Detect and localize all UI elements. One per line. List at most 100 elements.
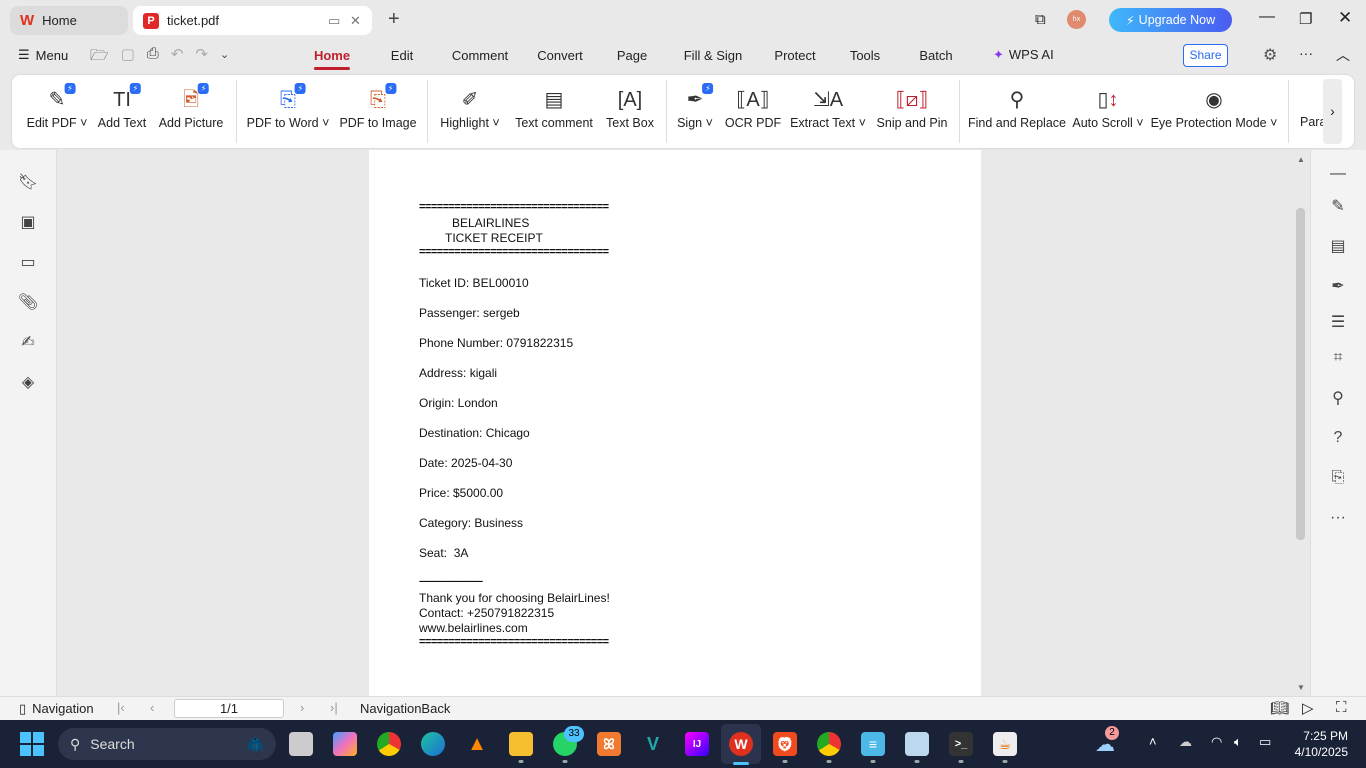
undo-icon[interactable]: ↶ [171, 45, 184, 70]
more-icon[interactable]: ··· [1299, 45, 1313, 61]
menu-button[interactable]: ☰ Menu [18, 47, 68, 63]
attachment-icon[interactable]: 📎︎ [18, 292, 38, 312]
tray-chevron-icon[interactable]: ˄ [1149, 734, 1157, 749]
print-icon[interactable]: ⎙ [147, 45, 159, 70]
next-page-icon[interactable]: › [300, 700, 304, 715]
first-page-icon[interactable]: |‹ [117, 700, 125, 715]
battery-icon[interactable]: ▭ [1259, 734, 1271, 750]
settings-icon[interactable]: ⚙ [1263, 45, 1277, 65]
pdf-to-word-button[interactable]: ⎘ ⚡ PDF to Word ˅ [247, 83, 329, 130]
page-number-input[interactable]: 1/1 [174, 699, 284, 718]
close-tab-icon[interactable]: ✕ [350, 13, 361, 29]
pdf-to-image-button[interactable]: ⎘ ⚡ PDF to Image [339, 83, 417, 130]
vlc-icon[interactable]: ▲ [465, 732, 489, 756]
save-icon[interactable]: ▢ [121, 45, 135, 70]
redo-icon[interactable]: ↷ [195, 45, 208, 70]
restore-icon[interactable]: ❐ [1299, 10, 1312, 28]
thumbnail-icon[interactable]: ▣ [20, 212, 35, 232]
wps-ai-button[interactable]: ✦ WPS AI [993, 47, 1054, 63]
tab-batch[interactable]: Batch [919, 48, 952, 63]
reading-mode-icon[interactable]: 📖︎ [1270, 699, 1289, 717]
tab-fill-sign[interactable]: Fill & Sign [684, 48, 743, 63]
find-replace-button[interactable]: ⚲ Find and Replace [968, 87, 1066, 130]
start-icon[interactable] [20, 732, 44, 756]
scroll-down-icon[interactable]: ▼ [1297, 683, 1305, 692]
outline-icon[interactable]: ☰ [1331, 312, 1345, 332]
last-page-icon[interactable]: ›| [330, 700, 338, 715]
tab-home-ribbon[interactable]: Home [313, 48, 351, 70]
tab-edit[interactable]: Edit [391, 48, 413, 63]
virtualbox-icon[interactable] [905, 732, 929, 756]
comment-icon[interactable]: ▭ [20, 252, 35, 272]
network-off-icon[interactable]: ☁ [1179, 734, 1192, 750]
document-edit-icon[interactable]: ▤ [1330, 236, 1345, 256]
add-text-button[interactable]: TI ⚡ Add Text [98, 83, 146, 130]
text-box-button[interactable]: [A] Text Box [606, 87, 654, 130]
tab-protect[interactable]: Protect [774, 48, 815, 63]
paragraph-button[interactable]: Para [1300, 115, 1324, 129]
highlight-button[interactable]: ✐ Highlight ˅ [440, 87, 499, 130]
window-layout-icon[interactable]: ⧉ [1035, 11, 1046, 28]
upgrade-button[interactable]: ⚡ Upgrade Now [1109, 8, 1232, 32]
fullscreen-icon[interactable]: ⛶ [1336, 699, 1347, 716]
layers-icon[interactable]: ◈ [22, 372, 34, 392]
navigation-back[interactable]: NavigationBack [360, 701, 450, 716]
tab-tools[interactable]: Tools [850, 48, 880, 63]
tab-page[interactable]: Page [617, 48, 647, 63]
share-button[interactable]: Share [1183, 44, 1228, 67]
file-explorer-icon[interactable] [509, 732, 533, 756]
clock[interactable]: 7:25 PM 4/10/2025 [1288, 728, 1348, 760]
scroll-up-icon[interactable]: ▲ [1297, 155, 1305, 164]
open-icon[interactable]: 🗁 [90, 45, 109, 70]
more-quick-icon[interactable]: ⌄ [220, 48, 229, 70]
help-icon[interactable]: ? [1334, 429, 1343, 447]
play-icon[interactable]: ▷ [1302, 699, 1314, 717]
copilot-icon[interactable] [333, 732, 357, 756]
wps-office-icon[interactable]: W [729, 732, 753, 756]
more-icon[interactable]: ··· [1330, 509, 1346, 527]
search-box[interactable]: ⚲ Search 🧥 [58, 728, 276, 760]
text-comment-button[interactable]: ▤ Text comment [515, 87, 593, 130]
intellij-icon[interactable]: IJ [685, 732, 709, 756]
translate-icon[interactable]: ⎘ [1332, 469, 1345, 487]
edit-pdf-button[interactable]: ✎ ⚡ Edit PDF ˅ [27, 83, 87, 130]
bookmark-icon[interactable]: 🔖︎ [18, 172, 38, 192]
minimize-icon[interactable]: — [1259, 8, 1275, 26]
snip-and-pin-button[interactable]: ⟦⧄⟧ Snip and Pin [877, 87, 948, 130]
vertical-scrollbar[interactable] [1296, 208, 1305, 540]
java-icon[interactable]: ☕︎ [993, 732, 1017, 756]
auto-scroll-button[interactable]: ▯↕ Auto Scroll ˅ [1072, 87, 1143, 130]
notepad-icon[interactable]: ≡ [861, 732, 885, 756]
terminal-icon[interactable]: >_ [949, 732, 973, 756]
signature-icon[interactable]: ✍ [21, 332, 34, 352]
sign-button[interactable]: ✒ ⚡ Sign ˅ [677, 83, 714, 130]
close-window-icon[interactable]: ✕ [1338, 8, 1352, 28]
collapse-ribbon-icon[interactable]: ︿ [1336, 45, 1350, 65]
crop-icon[interactable]: ⌗ [1333, 349, 1342, 367]
add-picture-button[interactable]: 🖻 ⚡ Add Picture [159, 83, 223, 130]
search-icon[interactable]: ⚲ [1332, 388, 1344, 408]
chrome-icon[interactable] [377, 732, 401, 756]
brave-icon[interactable]: 🦁︎ [773, 732, 797, 756]
monitor-icon[interactable]: ▭ [328, 13, 340, 29]
extract-text-button[interactable]: ⇲A Extract Text ˅ [790, 87, 866, 130]
prev-page-icon[interactable]: ‹ [150, 700, 154, 715]
edge-icon[interactable] [421, 732, 445, 756]
new-tab-icon[interactable]: + [388, 8, 400, 31]
tab-convert[interactable]: Convert [537, 48, 583, 63]
wifi-icon[interactable]: ◠ [1211, 734, 1222, 750]
tab-home[interactable]: W Home [10, 6, 128, 35]
minus-icon[interactable]: — [1330, 165, 1346, 183]
virtualbox-app-icon[interactable]: V [641, 732, 665, 756]
volume-icon[interactable]: 🔈︎ [1234, 734, 1242, 750]
pen-icon[interactable]: ✒ [1331, 276, 1344, 296]
eye-protection-button[interactable]: ◉ Eye Protection Mode ˅ [1151, 87, 1278, 130]
ribbon-scroll-right-icon[interactable]: › [1323, 79, 1342, 144]
task-view-icon[interactable] [289, 732, 313, 756]
chrome-profile-icon[interactable] [817, 732, 841, 756]
xampp-icon[interactable]: ꕤ [597, 732, 621, 756]
tab-comment[interactable]: Comment [452, 48, 508, 63]
edit-icon[interactable]: ✎ [1331, 196, 1344, 216]
ocr-pdf-button[interactable]: ⟦A⟧ OCR PDF [725, 87, 781, 130]
tab-ticket-pdf[interactable]: P ticket.pdf ▭ ✕ [133, 6, 372, 35]
